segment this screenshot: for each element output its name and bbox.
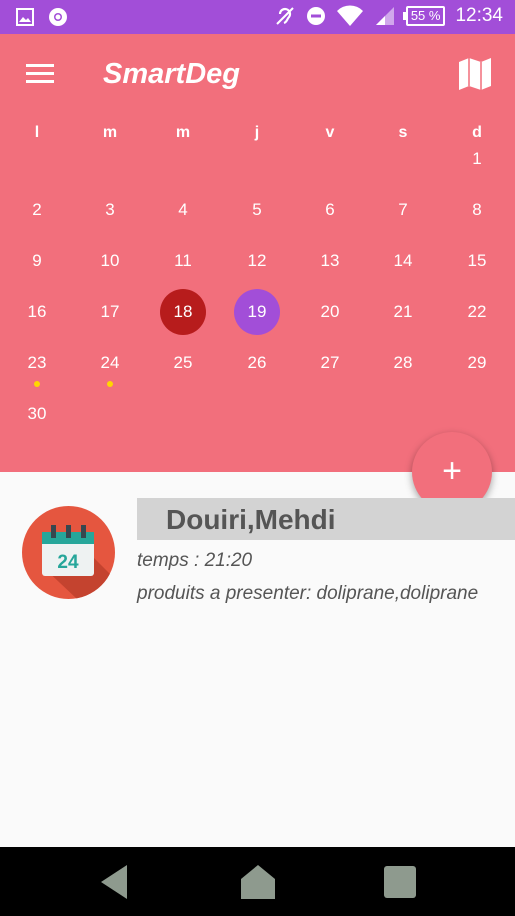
event-products: produits a presenter: doliprane,dolipran… xyxy=(137,583,479,604)
calendar-day[interactable]: 24 xyxy=(87,340,133,387)
calendar-day[interactable]: 10 xyxy=(87,238,133,284)
signal-icon xyxy=(375,7,394,25)
calendar-day[interactable]: 15 xyxy=(454,238,500,284)
back-icon[interactable] xyxy=(97,863,135,901)
calendar-day[interactable]: 14 xyxy=(380,238,426,284)
event-contact-name[interactable]: Douiri,Mehdi xyxy=(137,498,515,540)
calendar-day[interactable]: 17 xyxy=(87,289,133,335)
weekday-label: j xyxy=(254,124,260,141)
event-dot xyxy=(34,381,40,387)
weekday-label: m xyxy=(102,124,118,141)
weekday-label: l xyxy=(34,124,40,141)
calendar-day[interactable]: 27 xyxy=(307,340,353,386)
calendar-day[interactable]: 13 xyxy=(307,238,353,284)
calendar-day[interactable]: 11 xyxy=(160,238,206,284)
calendar-day[interactable]: 28 xyxy=(380,340,426,386)
menu-icon[interactable] xyxy=(26,64,54,84)
hearing-icon xyxy=(276,7,294,25)
weekday-label: v xyxy=(325,124,335,141)
clock: 12:34 xyxy=(455,5,503,26)
calendar-day[interactable]: 22 xyxy=(454,289,500,335)
calendar-day[interactable]: 30 xyxy=(14,391,60,437)
gallery-icon xyxy=(16,8,34,26)
calendar-day[interactable]: 8 xyxy=(454,187,500,233)
calendar-day[interactable]: 29 xyxy=(454,340,500,386)
weekday-label: m xyxy=(175,124,191,141)
calendar-icon-day: 24 xyxy=(57,552,79,573)
calendar-day[interactable]: 19 xyxy=(234,289,280,335)
calendar-day[interactable]: 26 xyxy=(234,340,280,386)
event-time: temps : 21:20 xyxy=(137,550,253,571)
map-icon[interactable] xyxy=(457,56,493,92)
home-icon[interactable] xyxy=(239,863,277,901)
chrome-icon xyxy=(49,8,67,26)
calendar-day[interactable]: 21 xyxy=(380,289,426,335)
wifi-icon xyxy=(336,5,363,27)
calendar-event-icon: 24 xyxy=(22,506,115,599)
calendar-day[interactable]: 16 xyxy=(14,289,60,335)
calendar-day[interactable]: 18 xyxy=(160,289,206,335)
calendar-day[interactable]: 25 xyxy=(160,340,206,386)
app-title: SmartDeg xyxy=(103,58,240,90)
navigation-bar xyxy=(0,847,515,916)
calendar-day[interactable]: 20 xyxy=(307,289,353,335)
calendar-day[interactable]: 1 xyxy=(454,136,500,182)
calendar-day[interactable]: 23 xyxy=(14,340,60,387)
calendar-day[interactable]: 5 xyxy=(234,187,280,233)
calendar-day[interactable]: 3 xyxy=(87,187,133,233)
weekday-header: lmmjvsd xyxy=(0,124,515,144)
status-bar: 55 % 12:34 xyxy=(0,0,515,34)
weekday-label: s xyxy=(398,124,408,141)
calendar-day[interactable]: 12 xyxy=(234,238,280,284)
calendar-day[interactable]: 6 xyxy=(307,187,353,233)
calendar-header: SmartDeg lmmjvsd 1 2 3 4 5 6 7 8 9 10 11 12 13 14 15 16… xyxy=(0,34,515,472)
calendar-day[interactable]: 7 xyxy=(380,187,426,233)
event-dot xyxy=(107,381,113,387)
calendar-day[interactable]: 4 xyxy=(160,187,206,233)
battery-indicator: 55 % xyxy=(402,6,446,26)
calendar-day[interactable]: 9 xyxy=(14,238,60,284)
recents-icon[interactable] xyxy=(381,863,419,901)
do-not-disturb-icon xyxy=(306,7,325,25)
calendar-day[interactable]: 2 xyxy=(14,187,60,233)
